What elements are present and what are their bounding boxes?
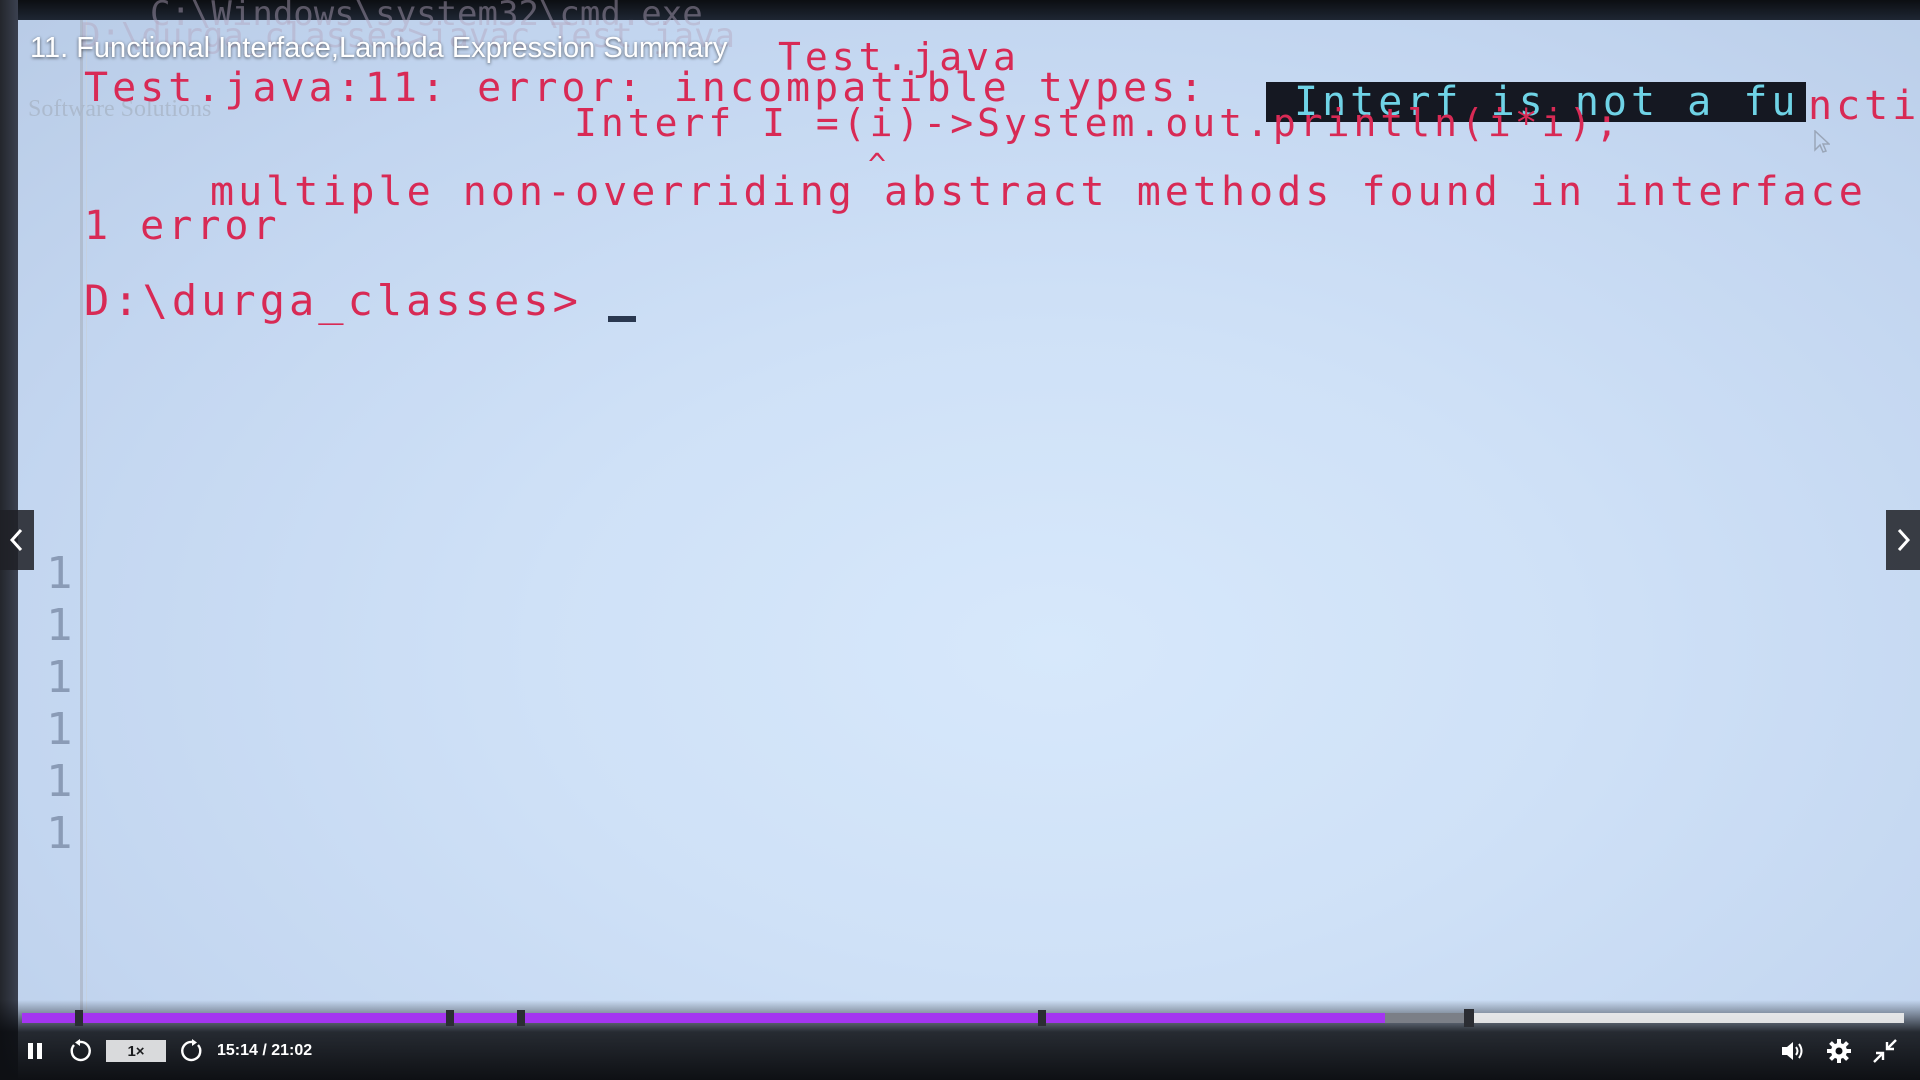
line-number: 1 [46, 704, 73, 755]
command-prompt: D:\durga_classes> [84, 276, 582, 325]
pause-button[interactable] [22, 1036, 48, 1066]
control-buttons-row: 1× 15:14 / 21:02 [0, 1036, 1920, 1066]
video-player[interactable]: C:\Windows\system32\cmd.exe D:\durga_cla… [0, 0, 1920, 1080]
source-code-line: Interf I =(i)->System.out.println(i*i); [574, 101, 1623, 145]
text-cursor [608, 316, 636, 322]
playback-speed-button[interactable]: 1× [106, 1040, 166, 1062]
time-readout: 15:14 / 21:02 [217, 1042, 313, 1059]
forward-button[interactable] [178, 1036, 206, 1066]
pause-icon [28, 1043, 42, 1059]
settings-button[interactable] [1824, 1036, 1854, 1066]
rewind-5-icon [70, 1039, 91, 1062]
volume-button[interactable] [1778, 1036, 1808, 1066]
chapter-marker[interactable] [445, 1010, 454, 1026]
played-range [22, 1013, 1385, 1023]
line-number: 1 [46, 600, 73, 651]
mouse-pointer-icon [1814, 130, 1830, 153]
console-margin-line [80, 20, 83, 1010]
previous-lecture-button[interactable] [0, 510, 34, 570]
chevron-left-icon [9, 528, 23, 552]
line-number: 1 [46, 756, 73, 807]
rewind-button[interactable] [66, 1036, 94, 1066]
forward-5-icon [181, 1039, 202, 1062]
next-lecture-button[interactable] [1886, 510, 1920, 570]
progress-bar[interactable] [22, 1009, 1904, 1027]
chapter-marker[interactable] [1037, 1010, 1046, 1026]
console-margin-line-secondary [86, 20, 87, 1010]
progress-handle[interactable] [1464, 1009, 1475, 1027]
error-detail-line: multiple non-overriding abstract methods… [210, 169, 1867, 215]
video-frame[interactable]: C:\Windows\system32\cmd.exe D:\durga_cla… [0, 0, 1920, 1080]
chapter-marker[interactable] [75, 1010, 84, 1026]
exit-fullscreen-icon [1873, 1039, 1897, 1063]
error-line-suffix: ncti [1808, 83, 1920, 129]
line-number: 1 [46, 652, 73, 703]
line-number: 1 [46, 548, 73, 599]
error-count-line: 1 error [84, 203, 281, 249]
chevron-right-icon [1897, 528, 1911, 552]
chapter-marker[interactable] [516, 1010, 525, 1026]
gear-icon [1827, 1039, 1851, 1063]
exit-fullscreen-button[interactable] [1870, 1036, 1900, 1066]
video-title: 11. Functional Interface,Lambda Expressi… [30, 32, 728, 64]
volume-icon [1782, 1042, 1803, 1060]
line-number: 1 [46, 808, 73, 859]
